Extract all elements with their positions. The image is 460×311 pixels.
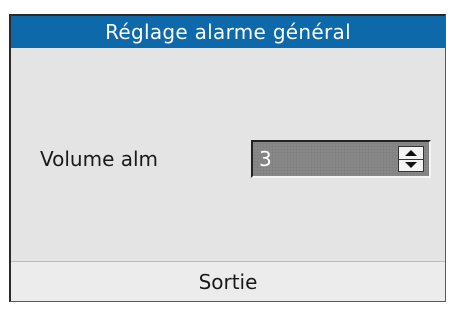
spin-buttons — [398, 146, 424, 172]
volume-stepper[interactable]: 3 — [251, 140, 431, 178]
dialog-title: Réglage alarme général — [11, 16, 445, 48]
exit-button[interactable]: Sortie — [11, 261, 445, 301]
volume-label: Volume alm — [40, 147, 159, 171]
triangle-down-icon — [405, 162, 417, 168]
alarm-settings-dialog: Réglage alarme général Volume alm 3 Sort… — [9, 14, 446, 302]
triangle-up-icon — [405, 150, 417, 156]
decrement-button[interactable] — [399, 159, 423, 171]
volume-value[interactable]: 3 — [259, 147, 272, 171]
